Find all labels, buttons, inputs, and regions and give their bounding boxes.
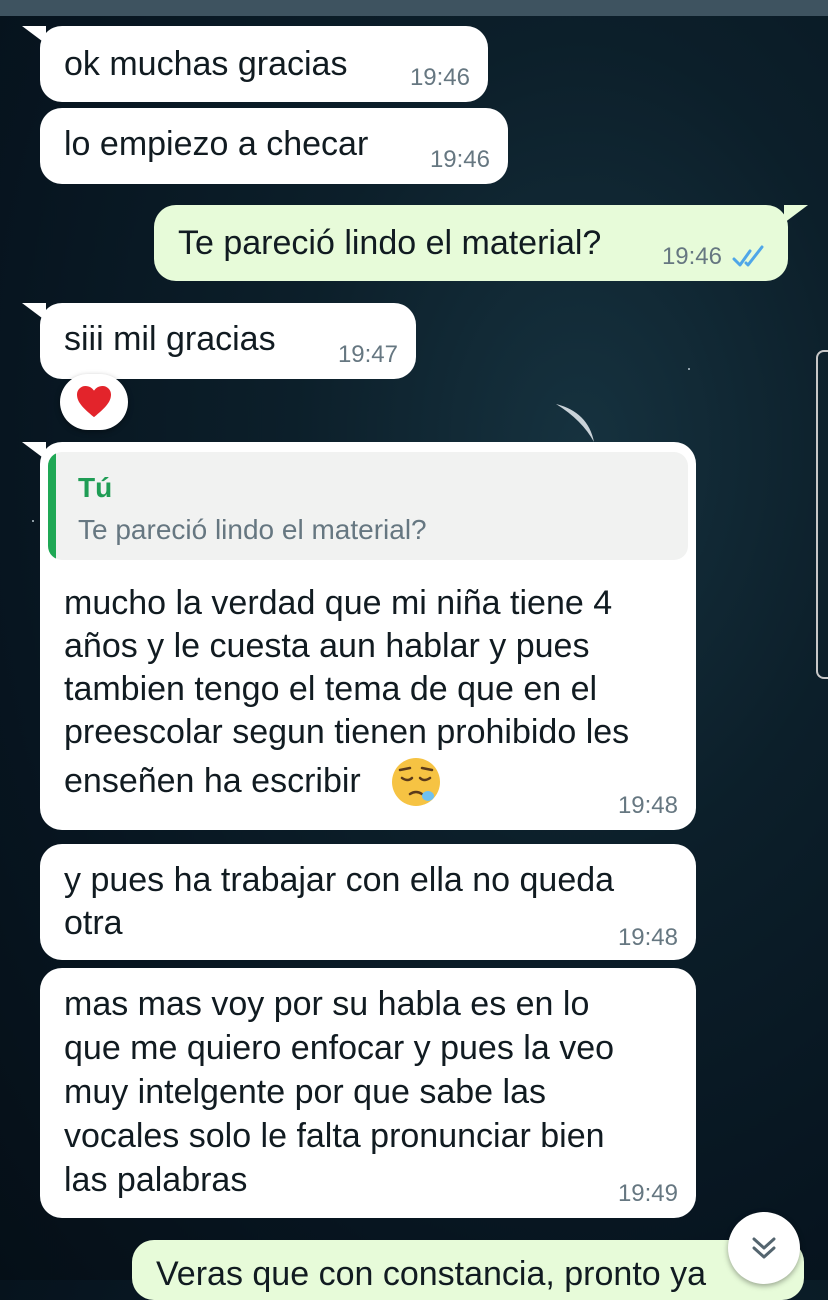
sleepy-face-emoji xyxy=(392,758,440,806)
message-time: 19:48 xyxy=(617,924,678,951)
message-text: las palabras xyxy=(64,1161,248,1199)
message-text: Te pareció lindo el material? xyxy=(178,224,602,262)
message-text: lo empiezo a checar xyxy=(64,125,369,163)
message-text: mas mas voy por su habla es en lo xyxy=(64,985,590,1023)
message-bubble[interactable]: lo empiezo a checar 19:46 xyxy=(40,108,508,184)
double-check-icon xyxy=(732,245,764,267)
message-bubble[interactable]: siii mil gracias 19:47 xyxy=(40,303,416,379)
message-bubble[interactable]: Veras que con constancia, pronto ya xyxy=(132,1240,804,1300)
chevron-double-down-icon xyxy=(752,1237,776,1259)
message-bubble[interactable]: ok muchas gracias 19:46 xyxy=(40,26,488,102)
bubble-tail xyxy=(22,26,46,44)
scrollbar[interactable] xyxy=(816,350,828,679)
reply-accent-bar xyxy=(48,452,56,560)
message-text: siii mil gracias xyxy=(64,320,276,358)
message-time: 19:47 xyxy=(337,341,398,368)
message-time: 19:49 xyxy=(617,1180,678,1207)
message-text: tambien tengo el tema de que en el xyxy=(64,670,598,708)
message-text: Veras que con constancia, pronto ya xyxy=(156,1255,707,1293)
message-text: enseñen ha escribir xyxy=(64,762,361,800)
reaction-badge[interactable] xyxy=(60,374,128,430)
reply-quote[interactable]: Tú Te pareció lindo el material? xyxy=(48,452,688,560)
message-bubble[interactable]: y pues ha trabajar con ella no queda otr… xyxy=(40,844,696,960)
message-time: 19:46 xyxy=(429,146,490,173)
message-time: 19:46 xyxy=(661,243,722,270)
message-text: muy intelgente por que sabe las xyxy=(64,1073,546,1111)
scroll-to-bottom-button[interactable] xyxy=(728,1212,800,1284)
bubble-tail xyxy=(22,442,46,460)
message-text: mucho la verdad que mi niña tiene 4 xyxy=(64,584,613,622)
message-bubble[interactable]: Te pareció lindo el material? 19:46 xyxy=(154,205,788,281)
message-bubble[interactable]: mas mas voy por su habla es en lo que me… xyxy=(40,968,696,1218)
message-text: años y le cuesta aun hablar y pues xyxy=(64,627,590,665)
heart-icon xyxy=(77,385,111,418)
bubble-tail xyxy=(22,303,46,321)
message-text: otra xyxy=(64,904,123,942)
message-text: y pues ha trabajar con ella no queda xyxy=(64,861,615,899)
bubble-tail xyxy=(784,205,808,223)
reply-author: Tú xyxy=(78,472,113,503)
message-text: que me quiero enfocar y pues la veo xyxy=(64,1029,615,1067)
star-decoration xyxy=(32,520,34,522)
status-bar xyxy=(0,0,828,16)
message-text: ok muchas gracias xyxy=(64,45,348,83)
message-time: 19:48 xyxy=(617,792,678,819)
message-text: preescolar segun tienen prohibido les xyxy=(64,713,630,751)
message-text: vocales solo le falta pronunciar bien xyxy=(64,1117,605,1155)
reply-text: Te pareció lindo el material? xyxy=(78,514,427,545)
message-time: 19:46 xyxy=(409,64,470,91)
star-decoration xyxy=(688,368,690,370)
